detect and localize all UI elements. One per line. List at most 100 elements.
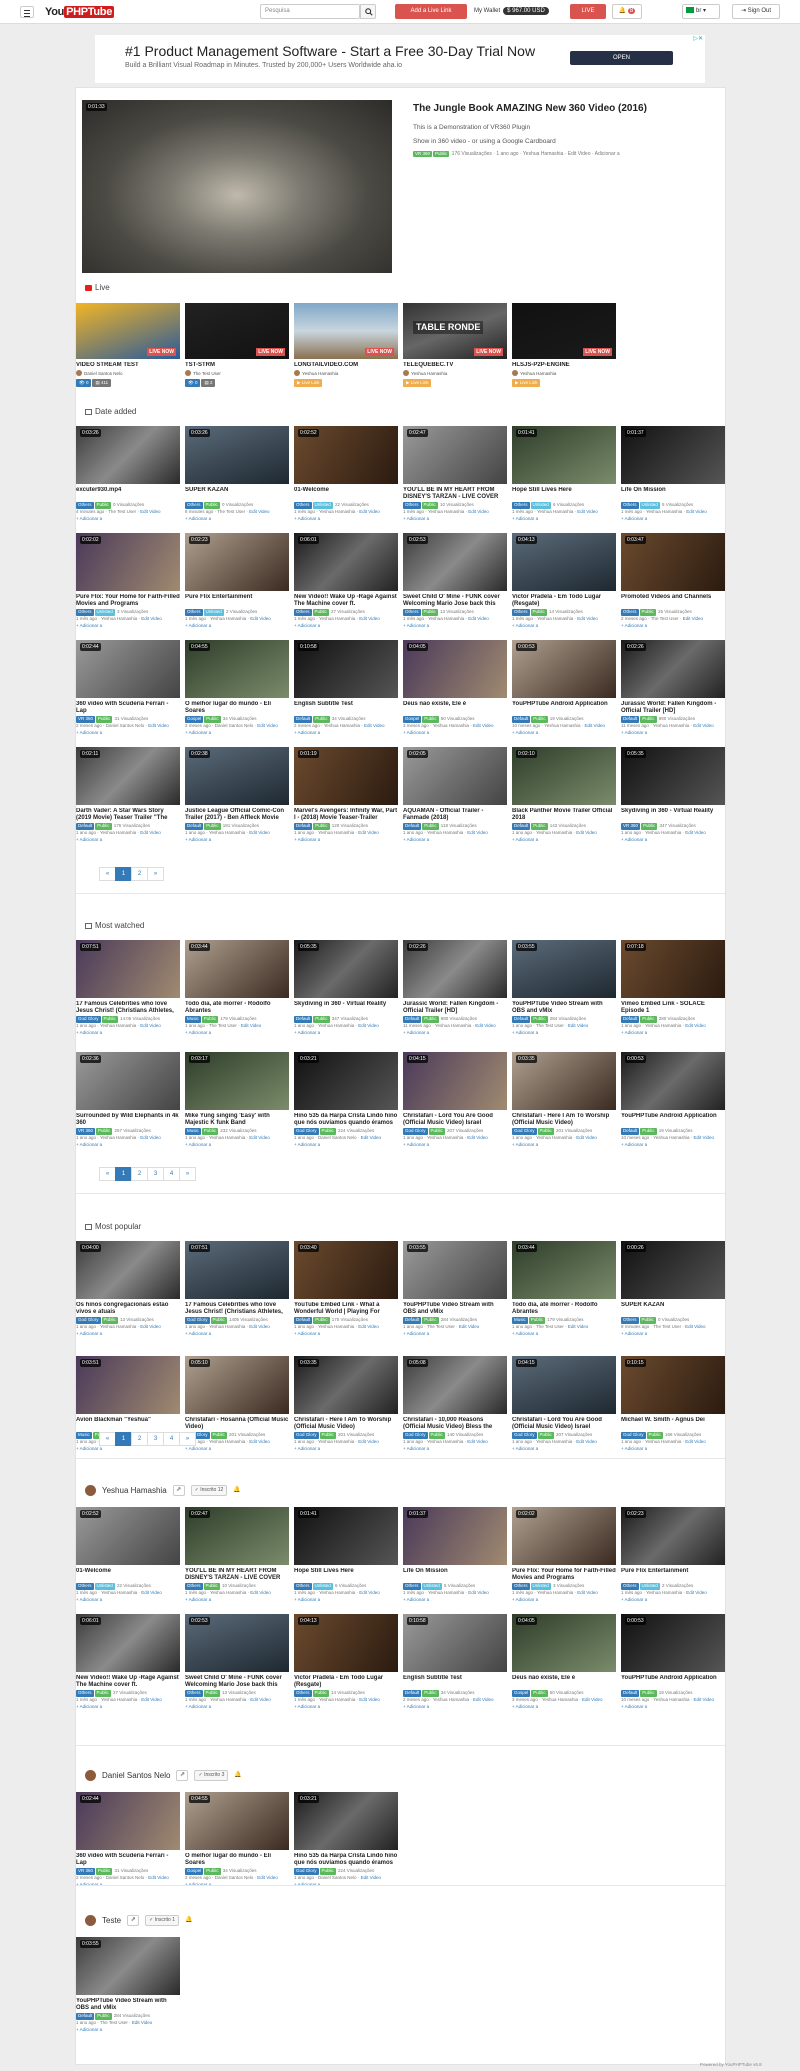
page-link[interactable]: 1 bbox=[115, 1167, 132, 1181]
video-thumbnail[interactable]: 0:04:05 bbox=[512, 1614, 616, 1672]
video-title[interactable]: 01-Welcome bbox=[294, 487, 398, 502]
add-to-playlist-link[interactable]: + Adicionar a bbox=[512, 516, 616, 523]
video-owner[interactable]: Yeshua Hamashia · bbox=[428, 616, 468, 621]
video-card[interactable]: 0:03:55 YouPHPTube Video Stream with OBS … bbox=[512, 940, 616, 1036]
category-tag[interactable]: Default bbox=[294, 823, 313, 830]
video-owner[interactable]: Yeshua Hamashia · bbox=[653, 723, 693, 728]
video-owner[interactable]: Yeshua Hamashia · bbox=[433, 1697, 473, 1702]
add-to-playlist-link[interactable]: + Adicionar a bbox=[512, 1030, 616, 1037]
add-to-playlist-link[interactable]: + Adicionar a bbox=[621, 1446, 725, 1453]
video-owner[interactable]: The Test User · bbox=[653, 1324, 685, 1329]
video-thumbnail[interactable]: 0:03:35 bbox=[512, 1052, 616, 1110]
live-title[interactable]: LONGTAILVIDEO.COM bbox=[294, 362, 398, 370]
channel-name[interactable]: Daniel Santos Nelo bbox=[84, 371, 123, 376]
edit-video-link[interactable]: Edit Video bbox=[140, 509, 160, 514]
add-to-playlist-link[interactable]: + Adicionar a bbox=[403, 623, 507, 630]
video-card[interactable]: 0:04:05 Deus não existe, Ele é Gospel Publi… bbox=[403, 640, 507, 736]
live-thumbnail[interactable]: TABLE RONDE LIVE NOW bbox=[403, 303, 507, 359]
video-title[interactable]: Justice League Official Comic-Con Traile… bbox=[185, 808, 289, 823]
video-card[interactable]: 0:00:53 YouPHPTube Android Application Def… bbox=[621, 1052, 725, 1148]
video-owner[interactable]: Yeshua Hamashia · bbox=[318, 1439, 358, 1444]
edit-video-link[interactable]: Edit Video bbox=[693, 723, 713, 728]
add-to-playlist-link[interactable]: + Adicionar a bbox=[621, 1331, 725, 1338]
video-owner[interactable]: Yeshua Hamashia · bbox=[209, 1135, 249, 1140]
video-card[interactable]: 0:03:26 excuter930.mp4 Others Public 0 Visu… bbox=[76, 426, 180, 522]
video-thumbnail[interactable]: 0:05:35 bbox=[621, 747, 725, 805]
video-thumbnail[interactable]: 0:03:55 bbox=[403, 1241, 507, 1299]
edit-video-link[interactable]: Edit Video bbox=[577, 509, 597, 514]
page-link[interactable]: » bbox=[179, 1432, 196, 1446]
category-tag[interactable]: God Glory bbox=[621, 1432, 646, 1439]
video-owner[interactable]: Yeshua Hamashia · bbox=[210, 1590, 250, 1595]
video-thumbnail[interactable]: 0:02:36 bbox=[76, 1052, 180, 1110]
video-thumbnail[interactable]: 0:01:37 bbox=[621, 426, 725, 484]
video-title[interactable]: Os hinos congregacionais estão vivos e a… bbox=[76, 1302, 180, 1317]
add-to-playlist-link[interactable]: + Adicionar a bbox=[512, 623, 616, 630]
video-thumbnail[interactable]: 0:06:01 bbox=[294, 533, 398, 591]
add-to-playlist-link[interactable]: + Adicionar a bbox=[621, 1704, 725, 1711]
category-tag[interactable]: Others bbox=[294, 1690, 312, 1697]
edit-video-link[interactable]: Edit Video bbox=[459, 1324, 479, 1329]
video-card[interactable]: 0:02:53 Sweet Child O' Mine - FUNK cover … bbox=[403, 533, 507, 629]
video-thumbnail[interactable]: 0:00:53 bbox=[621, 1052, 725, 1110]
video-card[interactable]: 0:04:00 Os hinos congregacionais estão vi… bbox=[76, 1241, 180, 1337]
video-title[interactable]: Skydiving in 360 - Virtual Reality bbox=[294, 1001, 398, 1016]
video-card[interactable]: 0:01:41 Hope Still Lives Here Others Unlist… bbox=[512, 426, 616, 522]
video-thumbnail[interactable]: 0:01:19 bbox=[294, 747, 398, 805]
add-to-playlist-link[interactable]: + Adicionar a bbox=[403, 1030, 507, 1037]
channel-avatar[interactable] bbox=[85, 1915, 96, 1926]
page-link[interactable]: 2 bbox=[131, 867, 148, 881]
video-thumbnail[interactable]: 0:03:26 bbox=[185, 426, 289, 484]
edit-video-link[interactable]: Edit Video bbox=[249, 1324, 269, 1329]
search-button[interactable] bbox=[360, 4, 376, 19]
video-card[interactable]: 0:03:35 Christafari - Here I Am To Worshi… bbox=[294, 1356, 398, 1452]
video-title[interactable]: YouPHPTube Video Stream with OBS and vMi… bbox=[512, 1001, 616, 1016]
video-owner[interactable]: Daniel Santos Nelo · bbox=[318, 1135, 361, 1140]
add-to-playlist-link[interactable]: + Adicionar a bbox=[185, 1446, 289, 1453]
video-card[interactable]: 0:02:47 YOU'LL BE IN MY HEART FROM DISNEY… bbox=[403, 426, 507, 522]
video-card[interactable]: 0:07:51 17 Famous Celebrities who love Je… bbox=[76, 940, 180, 1036]
video-owner[interactable]: Yeshua Hamashia · bbox=[542, 1697, 582, 1702]
page-link[interactable]: « bbox=[99, 1432, 116, 1446]
video-card[interactable]: 0:02:02 Pure Flix: Your Home for Faith-Fi… bbox=[512, 1507, 616, 1603]
video-owner[interactable]: Yeshua Hamashia · bbox=[324, 723, 364, 728]
category-tag[interactable]: Others bbox=[621, 609, 639, 616]
video-thumbnail[interactable]: 0:02:02 bbox=[512, 1507, 616, 1565]
video-card[interactable]: 0:04:15 Christafari - Lord You Are Good (… bbox=[403, 1052, 507, 1148]
edit-video-link[interactable]: Edit Video bbox=[361, 1135, 381, 1140]
edit-video-link[interactable]: Edit Video bbox=[568, 1023, 588, 1028]
edit-video-link[interactable]: Edit Video bbox=[249, 830, 269, 835]
category-tag[interactable]: Default bbox=[76, 823, 95, 830]
category-tag[interactable]: Default bbox=[403, 1690, 422, 1697]
live-channel[interactable]: Yeshua Hamashia bbox=[294, 370, 398, 377]
video-title[interactable]: 17 Famous Celebrities who love Jesus Chr… bbox=[76, 1001, 180, 1016]
page-link[interactable]: 2 bbox=[131, 1432, 148, 1446]
video-title[interactable]: Todo dia, até morrer - Rodolfo Abrantes bbox=[512, 1302, 616, 1317]
channel-avatar[interactable] bbox=[85, 1485, 96, 1496]
channel-name[interactable]: The Test User bbox=[193, 371, 221, 376]
channel-name[interactable]: Teste bbox=[102, 1916, 121, 1926]
live-thumbnail[interactable]: LIVE NOW bbox=[512, 303, 616, 359]
add-to-playlist-link[interactable]: + Adicionar a bbox=[403, 837, 507, 844]
edit-video-link[interactable]: Edit Video bbox=[140, 1135, 160, 1140]
video-title[interactable]: Skydiving in 360 - Virtual Reality bbox=[621, 808, 725, 823]
video-owner[interactable]: Yeshua Hamashia · bbox=[427, 1135, 467, 1140]
search-input[interactable]: Pesquisa bbox=[260, 4, 360, 19]
category-tag[interactable]: Others bbox=[621, 1317, 639, 1324]
video-title[interactable]: Surrounded by Wild Elephants in 4k 360 bbox=[76, 1113, 180, 1128]
video-card[interactable]: 0:02:05 AQUAMAN - Official Trailer - Fanm… bbox=[403, 747, 507, 843]
add-to-playlist-link[interactable]: + Adicionar a bbox=[185, 1142, 289, 1149]
video-owner[interactable]: Yeshua Hamashia · bbox=[319, 509, 359, 514]
video-title[interactable]: Hope Still Lives Here bbox=[512, 487, 616, 502]
edit-video-link[interactable]: Edit Video bbox=[249, 1135, 269, 1140]
live-card[interactable]: TABLE RONDE LIVE NOW TELEQUEBEC.TV Yeshua H… bbox=[403, 303, 507, 388]
external-link-icon[interactable]: ⇗ bbox=[176, 1770, 189, 1781]
edit-video-link[interactable]: Edit Video bbox=[249, 509, 269, 514]
language-select[interactable]: br ▾ bbox=[682, 4, 720, 19]
bell-icon[interactable]: 🔔 bbox=[185, 1917, 192, 1925]
video-thumbnail[interactable]: 0:04:55 bbox=[185, 1792, 289, 1850]
video-card[interactable]: 0:01:37 Life On Mission Others Unlisted 5 V… bbox=[403, 1507, 507, 1603]
video-title[interactable]: AQUAMAN - Official Trailer - Fanmade (20… bbox=[403, 808, 507, 823]
subscribe-button[interactable]: ✓ Inscrito 3 bbox=[194, 1770, 229, 1781]
video-owner[interactable]: Yeshua Hamashia · bbox=[427, 830, 467, 835]
